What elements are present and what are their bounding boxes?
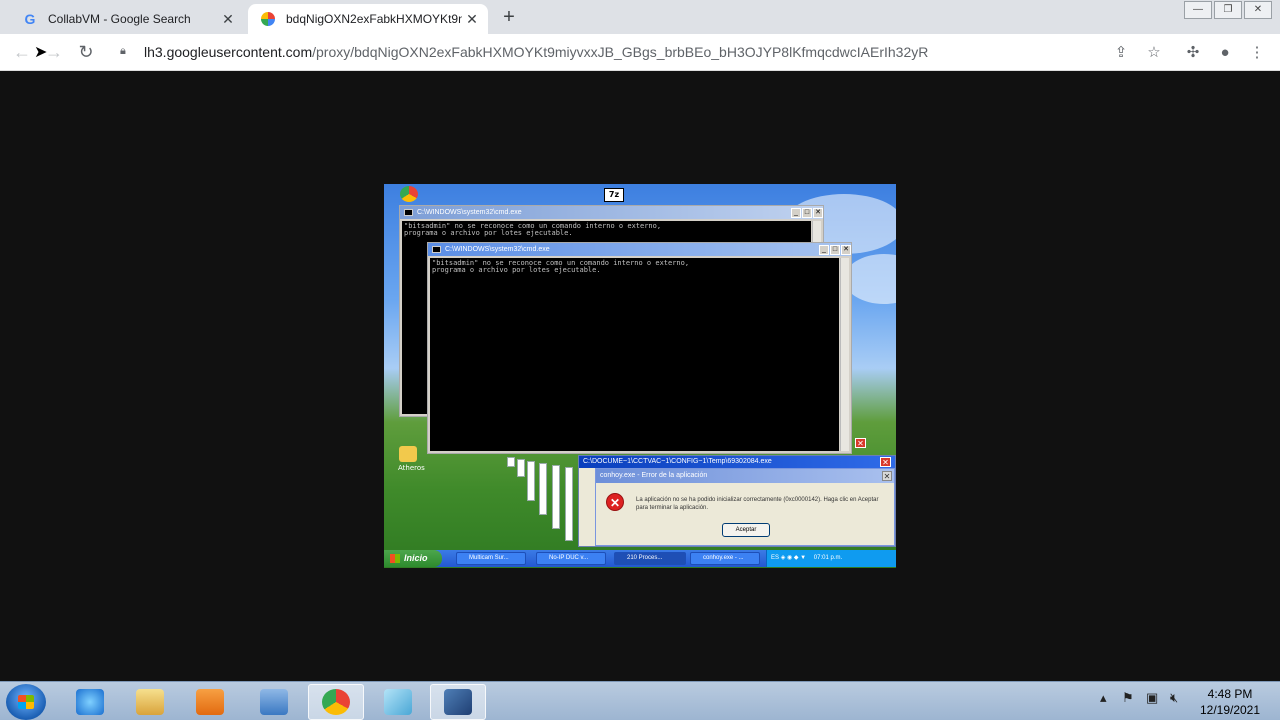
address-bar[interactable]: 🔒︎ lh3.googleusercontent.com/proxy/bdqNi… [110, 38, 1140, 66]
accept-button[interactable]: Aceptar [722, 523, 770, 537]
back-arrow-icon[interactable]: ← [10, 40, 34, 64]
stacked-window[interactable] [507, 457, 515, 467]
action-center-flag-icon[interactable]: ⚑ [1122, 690, 1134, 706]
cmd-window-front[interactable]: C:\WINDOWS\system32\cmd.exe _ □ ✕ "bitsadm… [427, 242, 852, 454]
stacked-window[interactable] [539, 463, 547, 515]
taskbar-item[interactable]: 210 Proces... [614, 552, 686, 565]
media-player-icon[interactable] [182, 684, 238, 720]
close-icon[interactable]: ✕ [880, 457, 891, 467]
language-indicator[interactable]: ES [771, 555, 779, 561]
url-host: lh3.googleusercontent.com [144, 44, 313, 60]
share-icon[interactable]: ⇪ [1110, 42, 1132, 64]
tab-close-icon[interactable]: ✕ [462, 11, 482, 28]
console-icon [432, 246, 441, 253]
stacked-window[interactable] [552, 465, 560, 529]
xp-system-tray: ES ◈ ◉ ◆ ▼ 07:01 p.m. [766, 550, 896, 567]
browser-toolbar: ← → ↻ 🔒︎ lh3.googleusercontent.com/proxy… [0, 34, 1280, 71]
xp-clock: 07:01 p.m. [813, 555, 843, 561]
file-explorer-icon[interactable] [122, 684, 178, 720]
error-message: La aplicación no se ha podido inicializa… [636, 497, 879, 511]
minimize-button[interactable]: — [1184, 1, 1212, 19]
error-icon: ✕ [606, 493, 624, 511]
tab-collabvm-search[interactable]: G CollabVM - Google Search ✕ [8, 4, 244, 34]
bookmark-star-icon[interactable]: ☆ [1143, 42, 1165, 64]
minimize-button[interactable]: _ [791, 207, 801, 218]
google-photos-pinwheel-icon [260, 11, 276, 27]
volume-muted-icon[interactable]: 🔇︎ [1170, 690, 1178, 706]
maximize-button[interactable]: □ [802, 207, 812, 218]
taskbar-item[interactable]: conhoy.exe - ... [690, 552, 760, 565]
stacked-window[interactable] [527, 461, 535, 501]
control-panel-icon[interactable] [246, 684, 302, 720]
xp-taskbar: Inicio Multicam Sur... No-IP DUC v... 21… [384, 550, 896, 567]
dialog-titlebar[interactable]: conhoy.exe - Error de la aplicación ✕ [596, 469, 894, 483]
window-controls: — ❐ ✕ [1182, 1, 1272, 19]
notepad-icon[interactable] [370, 684, 426, 720]
tab-strip: G CollabVM - Google Search ✕ bdqNigOXN2e… [0, 0, 1280, 34]
close-icon[interactable]: ✕ [855, 438, 866, 448]
lock-icon: 🔒︎ [120, 45, 126, 57]
scrollbar[interactable] [840, 258, 849, 451]
restore-button[interactable]: ❐ [1214, 1, 1242, 19]
taskbar-item[interactable]: Multicam Sur... [456, 552, 526, 565]
show-hidden-icons-chevron-icon[interactable]: ▴ [1100, 690, 1107, 706]
stacked-window[interactable] [565, 467, 573, 541]
new-tab-button[interactable]: + [498, 7, 520, 29]
tab-active-image[interactable]: bdqNigOXN2exFabkHXMOYKt9n ✕ [248, 4, 488, 34]
virtualbox-icon[interactable] [430, 684, 486, 720]
window-titlebar[interactable]: C:\WINDOWS\system32\cmd.exe _ □ ✕ [400, 206, 823, 219]
tab-title: bdqNigOXN2exFabkHXMOYKt9n [286, 12, 462, 26]
close-window-button[interactable]: ✕ [1244, 1, 1272, 19]
chrome-taskbar-icon[interactable] [308, 684, 364, 720]
minimize-button[interactable]: _ [819, 244, 829, 255]
tab-title: CollabVM - Google Search [48, 12, 191, 26]
stacked-window[interactable] [517, 459, 525, 477]
close-button[interactable]: ✕ [841, 244, 851, 255]
profile-avatar-icon[interactable]: ● [1214, 42, 1236, 64]
taskbar-item[interactable]: No-IP DUC v... [536, 552, 606, 565]
close-button[interactable]: ✕ [813, 207, 823, 218]
window-title[interactable]: C:\DOCUME~1\CCTVAC~1\CONFIG~1\Temp\69302… [579, 456, 895, 468]
console-output: "bitsadmin" no se reconoce como un coman… [430, 258, 839, 451]
application-error-dialog[interactable]: conhoy.exe - Error de la aplicación ✕ ✕ … [595, 468, 895, 546]
tray-icons: ◈ ◉ ◆ ▼ [780, 555, 808, 561]
menu-kebab-icon[interactable]: ⋮ [1246, 42, 1268, 64]
folder-icon [399, 446, 417, 462]
desktop-icon-chrome [400, 186, 418, 204]
url-path: /proxy/bdqNigOXN2exFabkHXMOYKt9miyvxxJB_… [312, 44, 929, 60]
network-icon[interactable]: ▣ [1146, 690, 1158, 706]
windows-taskbar: ▴ ⚑ ▣ 🔇︎ 4:48 PM 12/19/2021 [0, 681, 1280, 720]
maximize-button[interactable]: □ [830, 244, 840, 255]
console-icon [404, 209, 413, 216]
clock-time: 4:48 PM [1207, 687, 1253, 701]
extensions-puzzle-icon[interactable]: ✣ [1182, 42, 1204, 64]
window-titlebar[interactable]: C:\WINDOWS\system32\cmd.exe _ □ ✕ [428, 243, 851, 256]
dialog-close-button[interactable]: ✕ [882, 471, 892, 481]
system-clock[interactable]: 4:48 PM 12/19/2021 [1190, 686, 1270, 718]
start-orb-button[interactable] [6, 684, 46, 720]
xp-start-button[interactable]: Inicio [384, 550, 442, 567]
desktop-icon-atheros: Atheros [398, 446, 425, 472]
internet-explorer-icon[interactable] [62, 684, 118, 720]
seven-zip-icon: 7z [604, 188, 624, 202]
google-g-icon: G [24, 11, 36, 27]
tab-close-icon[interactable]: ✕ [218, 11, 238, 28]
clock-date: 12/19/2021 [1199, 703, 1261, 717]
mouse-cursor-icon: ➤ [34, 44, 48, 61]
reload-icon[interactable]: ↻ [74, 40, 98, 64]
